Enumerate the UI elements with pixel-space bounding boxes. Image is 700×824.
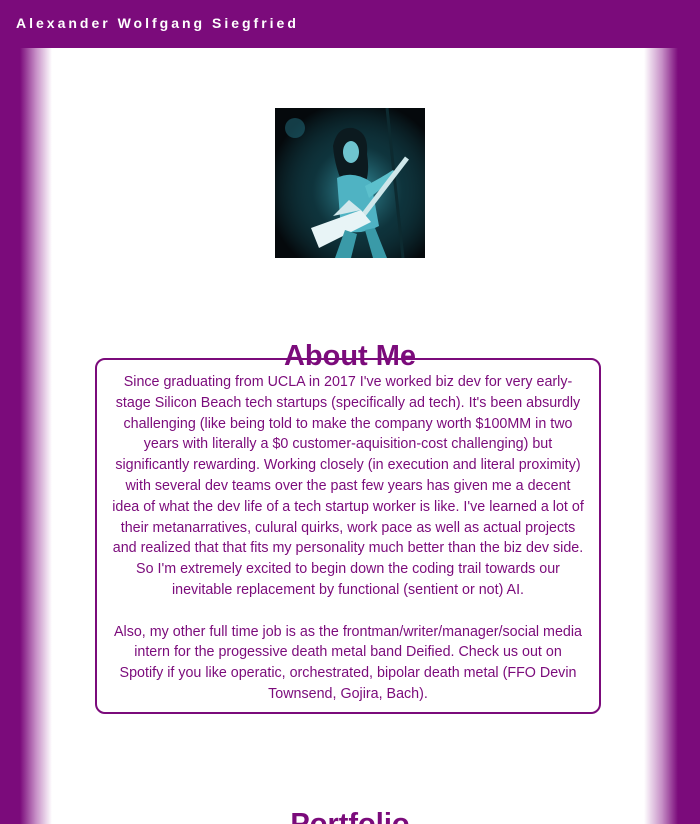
about-paragraph-2: Also, my other full time job is as the f…: [113, 623, 582, 702]
main-content: About Me Since graduating from UCLA in 2…: [0, 48, 700, 824]
site-header: Alexander Wolfgang Siegfried: [0, 0, 700, 48]
about-box: Since graduating from UCLA in 2017 I've …: [95, 358, 601, 714]
about-paragraph-1: Since graduating from UCLA in 2017 I've …: [112, 374, 584, 598]
profile-photo-image: [275, 108, 425, 258]
portfolio-title: Portfolio: [0, 808, 700, 824]
page: Alexander Wolfgang Siegfried About Me Si…: [0, 0, 700, 824]
profile-photo: [275, 108, 425, 258]
site-title[interactable]: Alexander Wolfgang Siegfried: [16, 15, 299, 31]
